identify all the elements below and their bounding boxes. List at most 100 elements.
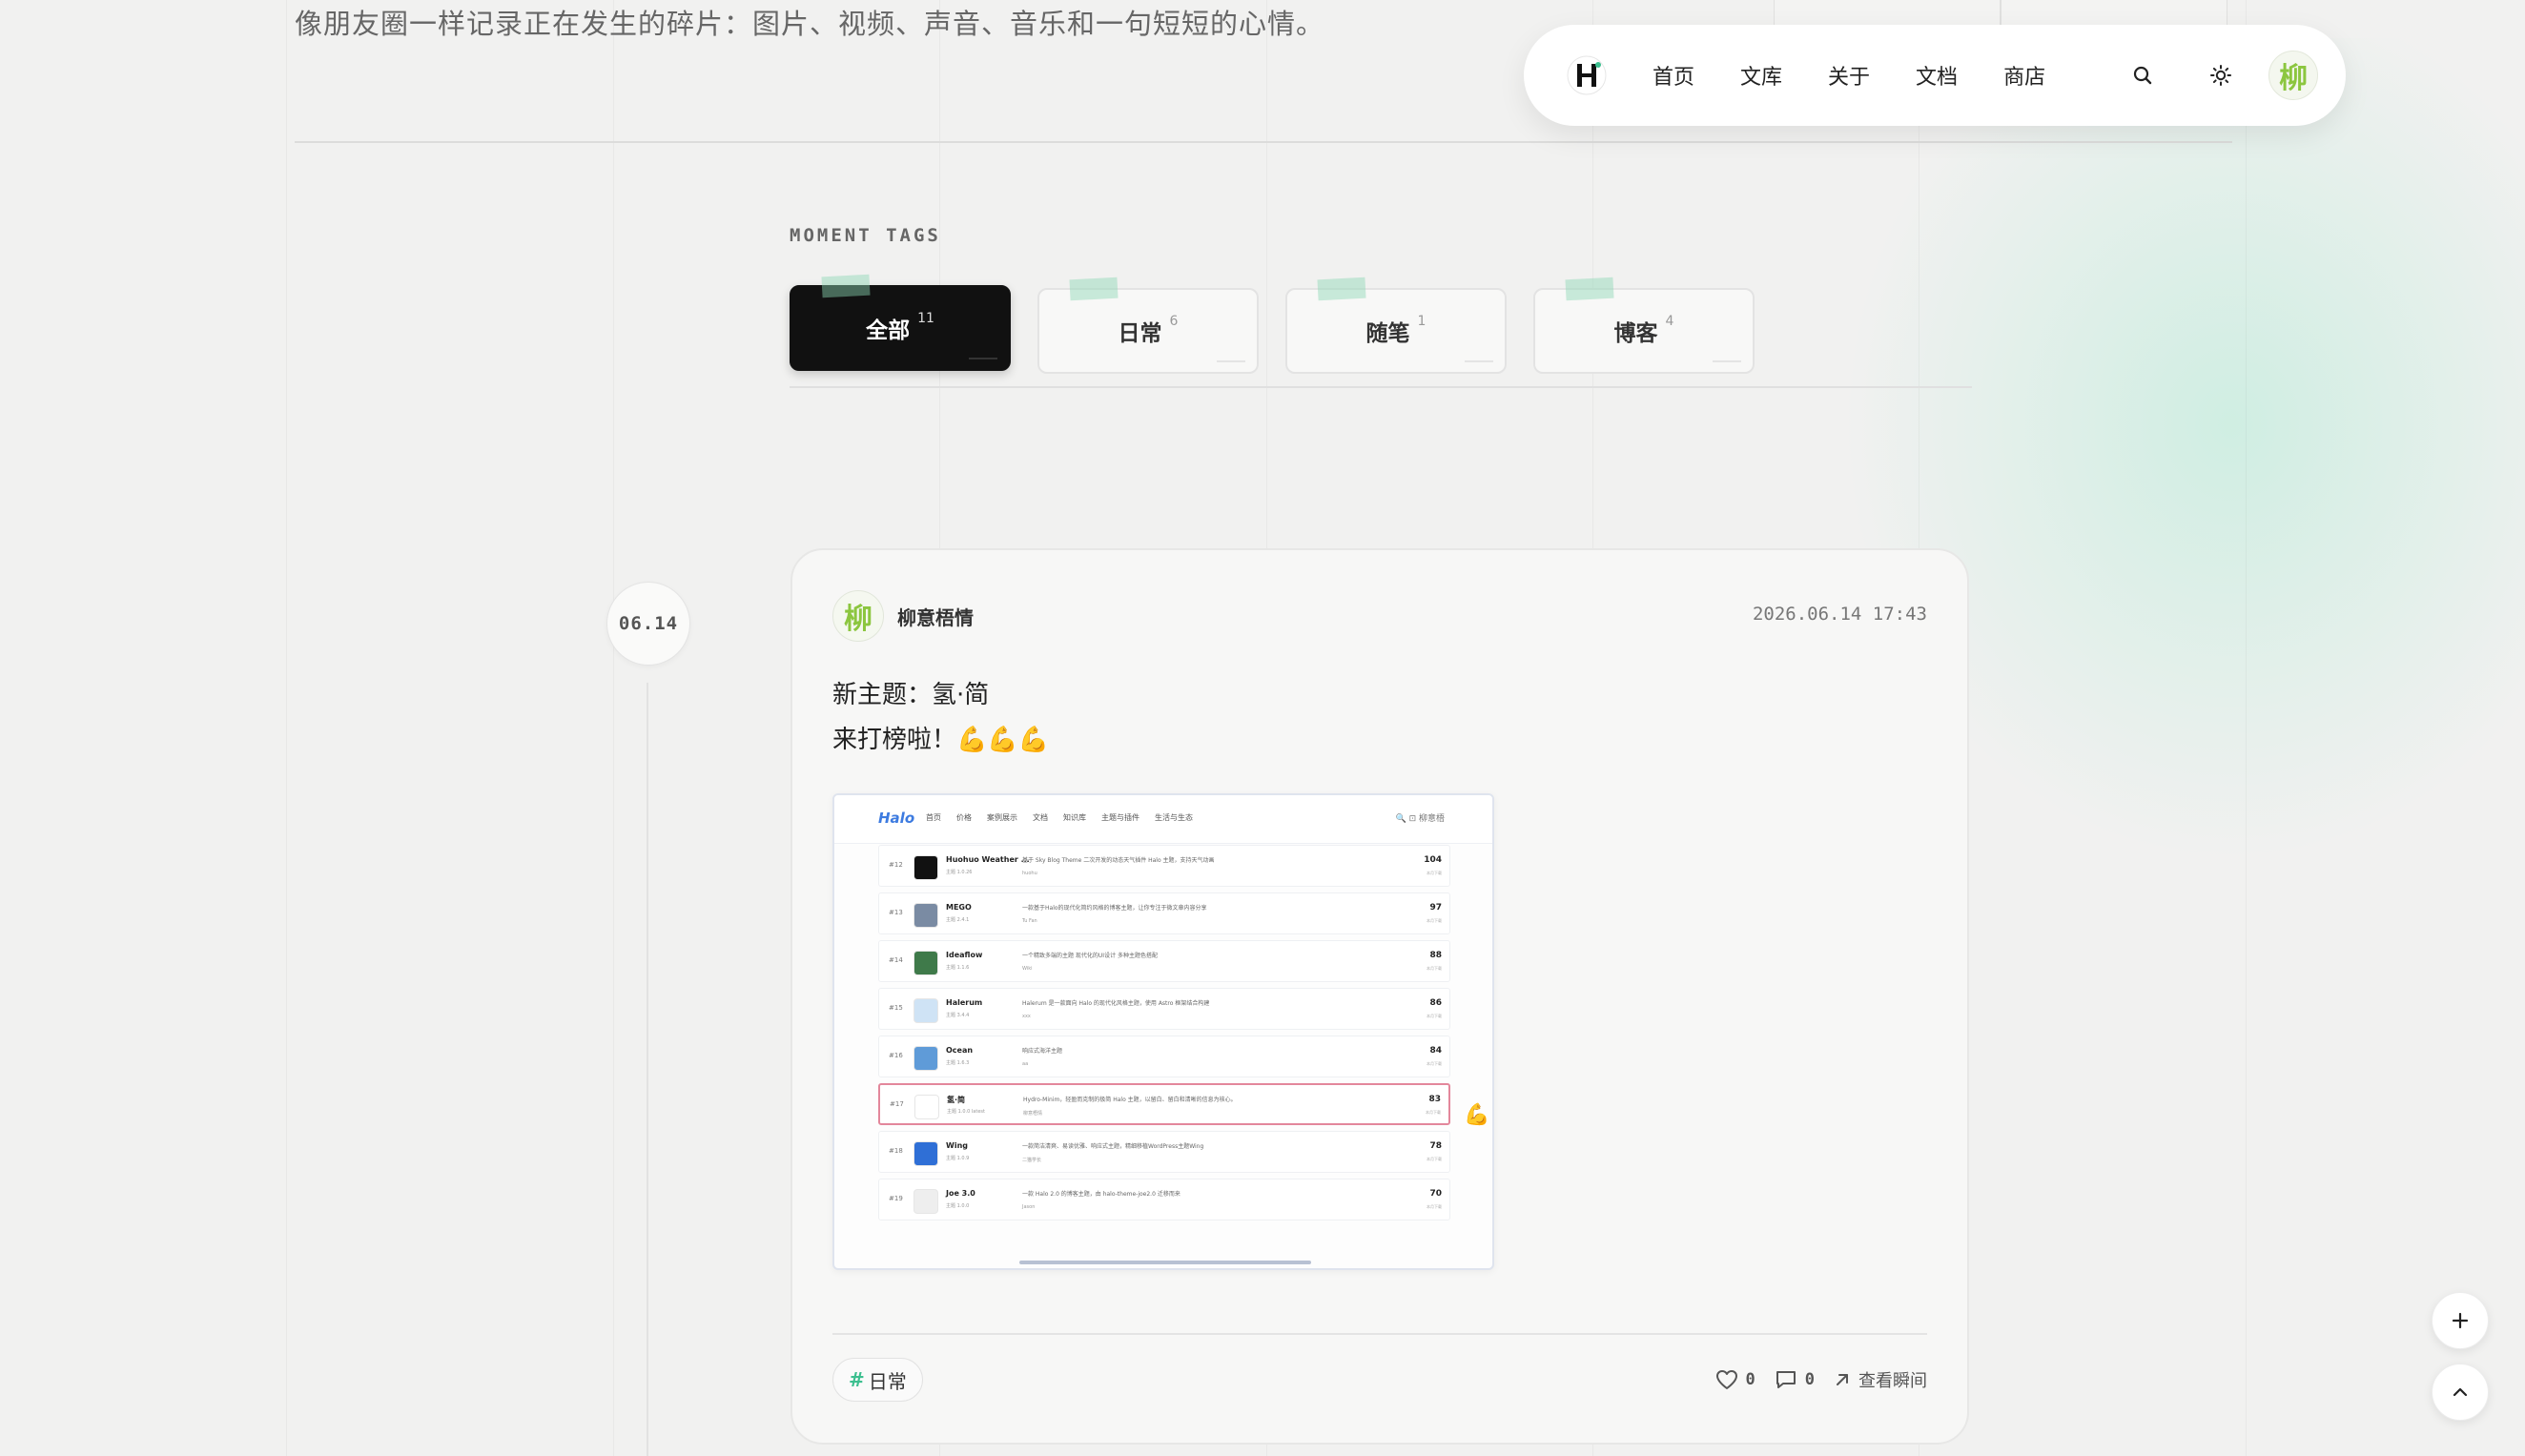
ranking-rank: #17 bbox=[890, 1100, 904, 1108]
tag-filter-blog[interactable]: 博客 4 bbox=[1533, 277, 1755, 374]
theme-icon bbox=[914, 1141, 938, 1166]
theme-description: 一款简洁清爽、易读优雅、响应式主题，精细移植WordPress主题Wing bbox=[1022, 1143, 1204, 1150]
theme-icon bbox=[914, 855, 938, 880]
theme-version: 主题 1.1.6 bbox=[946, 965, 970, 971]
theme-name: Joe 3.0 bbox=[946, 1189, 975, 1198]
post-tag-chip[interactable]: # 日常 bbox=[832, 1358, 923, 1402]
stat-box bbox=[1774, 0, 2001, 26]
tag-filter-count: 11 bbox=[917, 311, 934, 326]
theme-score: 70 bbox=[1429, 1189, 1442, 1199]
plus-icon bbox=[2452, 1312, 2469, 1329]
theme-score-caption: 本月下载 bbox=[1426, 1110, 1441, 1115]
user-avatar[interactable]: 柳 bbox=[2268, 51, 2319, 100]
nav-links: 首页 文库 关于 文档 商店 bbox=[1653, 60, 2091, 91]
theme-score: 84 bbox=[1429, 1046, 1442, 1056]
tag-filter-label: 博客 bbox=[1613, 321, 1658, 346]
image-nav-item: 文档 bbox=[1033, 813, 1048, 822]
tag-filter-essay[interactable]: 随笔 1 bbox=[1285, 277, 1507, 374]
theme-version: 主题 2.4.1 bbox=[946, 917, 970, 923]
post-tag-label: 日常 bbox=[868, 1369, 907, 1393]
theme-author: Wiki bbox=[1022, 966, 1033, 972]
image-topbar: Halo 首页 价格 案例展示 文档 知识库 主题与插件 生活与生态 🔍 ⊡ 柳… bbox=[834, 795, 1492, 844]
tags-divider bbox=[790, 386, 1972, 388]
theme-icon bbox=[914, 998, 938, 1023]
tag-corner-mark bbox=[1713, 360, 1741, 362]
comment-icon bbox=[1776, 1371, 1796, 1388]
scroll-top-button[interactable] bbox=[2432, 1364, 2489, 1421]
theme-description: 基于 Sky Blog Theme 二次开发的动态天气插件 Halo 主题，支持… bbox=[1022, 857, 1215, 864]
theme-description: 响应式海洋主题 bbox=[1022, 1048, 1063, 1055]
nav-link-about[interactable]: 关于 bbox=[1828, 60, 1870, 91]
view-moment-label: 查看瞬间 bbox=[1858, 1371, 1927, 1391]
view-moment-link[interactable]: 查看瞬间 bbox=[1834, 1367, 1927, 1392]
theme-name: Ideaflow bbox=[946, 951, 983, 959]
hash-icon: # bbox=[849, 1368, 865, 1391]
ranking-row: #15 Halerum 主题 3.4.4 Halerum 是一款面向 Halo 的现代… bbox=[878, 988, 1450, 1030]
nav-link-docs[interactable]: 文档 bbox=[1916, 60, 1958, 91]
tag-corner-mark bbox=[1465, 360, 1493, 362]
card-divider bbox=[832, 1333, 1927, 1335]
nav-link-library[interactable]: 文库 bbox=[1740, 60, 1782, 91]
header-divider bbox=[295, 141, 2232, 143]
post-text-line: 新主题：氢·简 bbox=[832, 681, 990, 709]
post-text-line: 来打榜啦！💪💪💪 bbox=[832, 726, 1050, 754]
tape-decoration bbox=[821, 274, 871, 298]
tag-filter-label: 随笔 bbox=[1365, 321, 1410, 346]
theme-version: 主题 1.0.26 bbox=[946, 870, 973, 875]
image-scrollbar bbox=[1019, 1261, 1311, 1264]
theme-score-caption: 本月下载 bbox=[1427, 966, 1442, 971]
theme-icon bbox=[914, 903, 938, 928]
tag-filter-count: 6 bbox=[1169, 314, 1179, 329]
nav-link-store[interactable]: 商店 bbox=[2003, 60, 2045, 91]
tag-filter-count: 1 bbox=[1417, 314, 1427, 329]
author-avatar[interactable]: 柳 bbox=[832, 590, 884, 642]
ranking-row: #13 MEGO 主题 2.4.1 一款基于Halo的现代化简约风格的博客主题，让你专… bbox=[878, 892, 1450, 934]
image-nav-item: 案例展示 bbox=[987, 813, 1017, 822]
image-logo: Halo bbox=[878, 810, 915, 827]
sun-icon[interactable] bbox=[2206, 60, 2236, 91]
theme-description: 一款基于Halo的现代化简约风格的博客主题，让你专注于微文章内容分享 bbox=[1022, 905, 1207, 912]
nav-link-home[interactable]: 首页 bbox=[1653, 60, 1694, 91]
author-name[interactable]: 柳意梧情 bbox=[897, 603, 974, 630]
like-button[interactable]: 0 bbox=[1715, 1369, 1755, 1390]
theme-score: 88 bbox=[1429, 951, 1442, 960]
h-logo-icon[interactable] bbox=[1566, 54, 1608, 96]
theme-score-caption: 本月下载 bbox=[1427, 1061, 1442, 1066]
ranking-row: #14 Ideaflow 主题 1.1.6 一个精致多端的主题 现代化的UI设计 多种… bbox=[878, 940, 1450, 982]
theme-author: Tu Fan bbox=[1022, 918, 1037, 924]
grid-line bbox=[613, 0, 614, 1456]
comment-button[interactable]: 0 bbox=[1775, 1369, 1815, 1390]
tag-filter-all[interactable]: 全部 11 bbox=[790, 274, 1011, 371]
tape-decoration bbox=[1069, 277, 1119, 301]
ranking-rank: #16 bbox=[889, 1052, 903, 1059]
tape-decoration bbox=[1565, 277, 1614, 301]
theme-icon bbox=[914, 1046, 938, 1071]
theme-name: Huohuo Weather ... bbox=[946, 855, 1030, 864]
theme-description: 一个精致多端的主题 现代化的UI设计 多种主题色搭配 bbox=[1022, 953, 1158, 959]
grid-line bbox=[286, 0, 287, 1456]
grid-line bbox=[2246, 0, 2247, 1456]
theme-score: 83 bbox=[1428, 1095, 1441, 1104]
post-image[interactable]: Halo 首页 价格 案例展示 文档 知识库 主题与插件 生活与生态 🔍 ⊡ 柳… bbox=[832, 793, 1494, 1270]
theme-score: 104 bbox=[1424, 855, 1442, 865]
tag-filter-label: 全部 bbox=[866, 318, 911, 343]
tag-corner-mark bbox=[1217, 360, 1245, 362]
image-nav-item: 价格 bbox=[956, 813, 972, 822]
theme-name: Ocean bbox=[946, 1046, 974, 1055]
add-button[interactable] bbox=[2432, 1292, 2489, 1349]
tape-decoration bbox=[1317, 277, 1366, 301]
theme-version: 主题 1.0.0 bbox=[946, 1203, 970, 1209]
theme-author: huohu bbox=[1022, 871, 1037, 876]
ranking-rank: #19 bbox=[889, 1195, 903, 1202]
theme-icon bbox=[914, 1189, 938, 1214]
ranking-rank: #15 bbox=[889, 1004, 903, 1012]
flex-emoji: 💪 bbox=[1464, 1103, 1490, 1127]
theme-author: Jason bbox=[1022, 1204, 1036, 1210]
image-nav-item: 生活与生态 bbox=[1155, 813, 1193, 822]
tag-filter-daily[interactable]: 日常 6 bbox=[1037, 277, 1259, 374]
search-icon[interactable] bbox=[2127, 60, 2158, 91]
arrow-up-right-icon bbox=[1837, 1374, 1848, 1385]
theme-version: 主题 3.4.4 bbox=[946, 1013, 970, 1018]
image-ranking-list: #12 Huohuo Weather ... 主题 1.0.26 基于 Sky Blo… bbox=[878, 845, 1450, 1226]
post-timestamp: 2026.06.14 17:43 bbox=[1752, 604, 1927, 625]
